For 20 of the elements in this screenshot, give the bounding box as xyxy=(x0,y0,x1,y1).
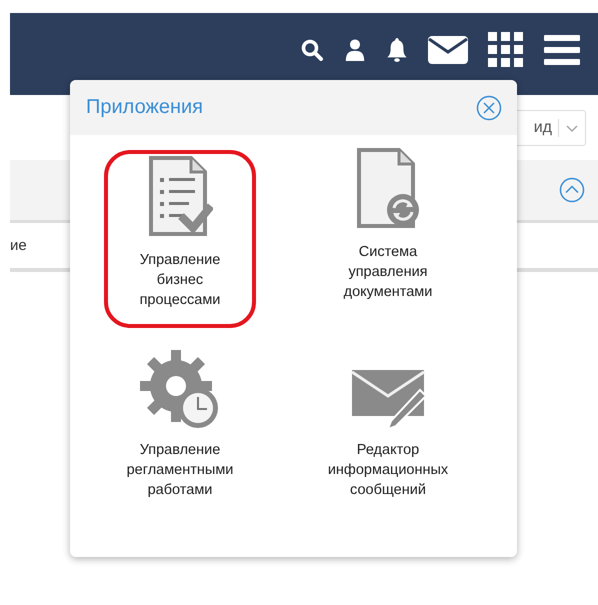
apps-grid-icon[interactable] xyxy=(488,32,524,68)
chevron-down-icon xyxy=(565,122,579,132)
app-tile[interactable]: Управление регламентными работами xyxy=(104,348,256,526)
app-label: Система управления документами xyxy=(344,243,432,302)
app-tile[interactable]: Управление бизнес процессами xyxy=(104,150,256,328)
close-icon[interactable] xyxy=(476,94,502,120)
popup-title: Приложения xyxy=(86,96,204,119)
search-icon[interactable] xyxy=(300,38,324,62)
app-tile[interactable]: Система управления документами xyxy=(312,150,464,328)
collapse-toggle-icon[interactable] xyxy=(559,177,585,203)
bell-icon[interactable] xyxy=(386,36,408,64)
mail-icon[interactable] xyxy=(428,36,468,64)
app-label: Редактор информационных сообщений xyxy=(328,441,448,500)
user-icon[interactable] xyxy=(344,37,366,63)
app-tile[interactable]: Редактор информационных сообщений xyxy=(312,348,464,526)
app-label: Управление бизнес процессами xyxy=(140,251,220,310)
app-label: Управление регламентными работами xyxy=(126,441,234,500)
table-cell: ие xyxy=(10,237,27,254)
menu-icon[interactable] xyxy=(544,35,580,65)
gear-clock-icon xyxy=(140,350,220,430)
